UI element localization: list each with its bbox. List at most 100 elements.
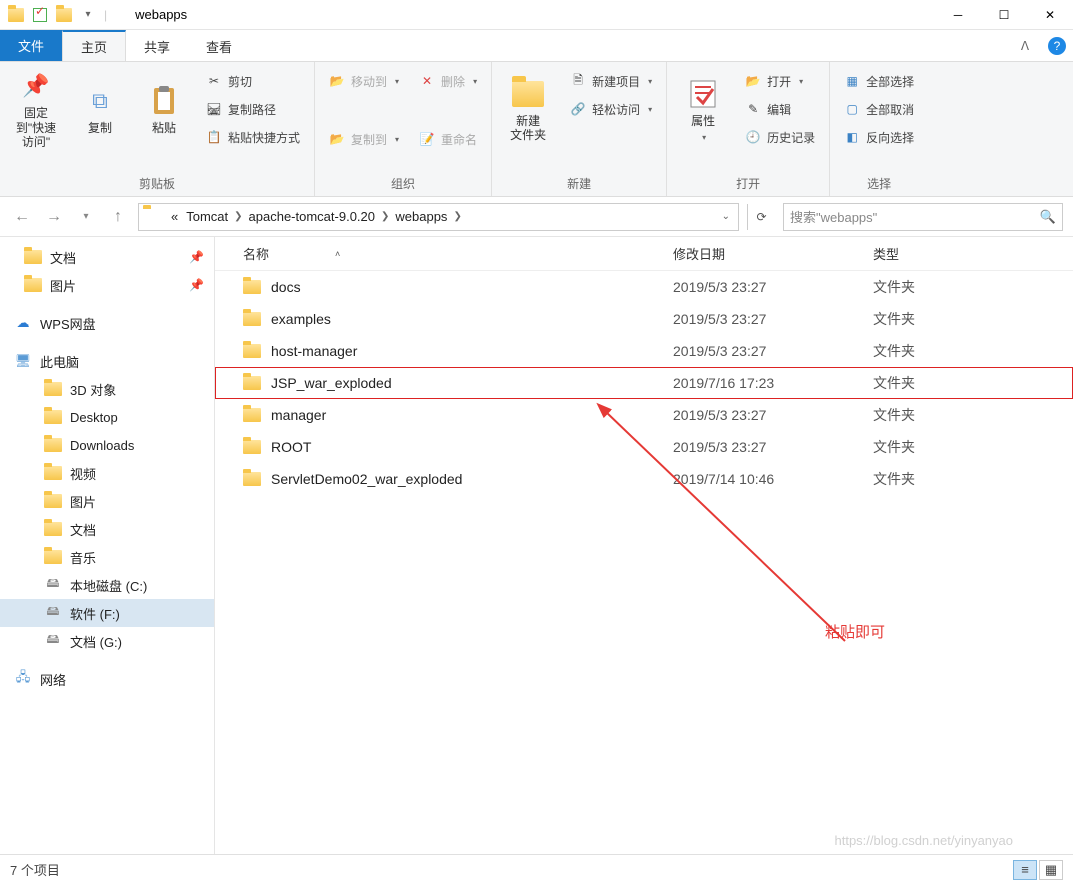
move-to-button[interactable]: 📂移动到▾ [323, 68, 405, 94]
crumb-prefix[interactable]: « [167, 209, 182, 224]
tree-wps[interactable]: ☁WPS网盘 [0, 309, 214, 337]
file-date: 2019/5/3 23:27 [673, 407, 873, 423]
copy-button[interactable]: ⧉ 复制 [70, 66, 130, 154]
file-row[interactable]: host-manager2019/5/3 23:27文件夹 [215, 335, 1073, 367]
tree-pictures[interactable]: 图片📌 [0, 271, 214, 299]
easy-access-button[interactable]: 🔗轻松访问▾ [564, 96, 658, 122]
close-button[interactable]: ✕ [1027, 0, 1073, 30]
file-type: 文件夹 [873, 373, 993, 393]
folder-icon [243, 312, 261, 326]
col-date[interactable]: 修改日期 [673, 244, 873, 263]
file-row[interactable]: examples2019/5/3 23:27文件夹 [215, 303, 1073, 335]
chevron-right-icon[interactable]: ❯ [232, 211, 244, 222]
titlebar: ▾ | webapps ─ ☐ ✕ [0, 0, 1073, 30]
copy-to-icon: 📂 [329, 131, 345, 147]
tree-documents-2[interactable]: 文档 [0, 515, 214, 543]
file-row[interactable]: ROOT2019/5/3 23:27文件夹 [215, 431, 1073, 463]
tree-this-pc[interactable]: 🖥此电脑 [0, 347, 214, 375]
folder-icon-2 [56, 7, 72, 23]
help-button[interactable]: ? [1041, 30, 1073, 61]
folder-icon [44, 408, 62, 426]
checkbox-icon[interactable] [32, 7, 48, 23]
file-row[interactable]: manager 2019/5/3 23:27文件夹 [215, 399, 1073, 431]
chevron-right-icon[interactable]: ❯ [379, 211, 391, 222]
tree-doc-g[interactable]: 🖴文档 (G:) [0, 627, 214, 655]
file-date: 2019/7/16 17:23 [673, 375, 873, 391]
file-row[interactable]: JSP_war_exploded2019/7/16 17:23文件夹 [215, 367, 1073, 399]
collapse-ribbon-icon[interactable]: ᐱ [1009, 30, 1041, 61]
file-type: 文件夹 [873, 437, 993, 457]
ribbon: 📌 固定到"快速访问" ⧉ 复制 粘贴 ✂剪切 🛤复制路径 📋粘贴快捷方式 剪贴… [0, 62, 1073, 197]
open-button[interactable]: 📂打开▾ [739, 68, 821, 94]
invert-selection-button[interactable]: ◧反向选择 [838, 124, 920, 150]
address-dropdown-icon[interactable]: ⌄ [722, 211, 730, 222]
group-organize: 📂移动到▾ 📂复制到▾ ✕删除▾ 📝重命名 组织 [315, 62, 492, 196]
tree-desktop[interactable]: Desktop [0, 403, 214, 431]
tree-network[interactable]: 🖧网络 [0, 665, 214, 693]
tab-view[interactable]: 查看 [188, 30, 250, 61]
crumb-2[interactable]: webapps [391, 209, 451, 224]
cloud-icon: ☁ [14, 314, 32, 332]
path-icon: 🛤 [206, 101, 222, 117]
tree-3d-objects[interactable]: 3D 对象 [0, 375, 214, 403]
search-input[interactable]: 搜索"webapps" 🔍 [783, 203, 1063, 231]
tree-pictures-2[interactable]: 图片 [0, 487, 214, 515]
pc-icon: 🖥 [14, 352, 32, 370]
folder-icon [44, 380, 62, 398]
copy-to-button[interactable]: 📂复制到▾ [323, 126, 405, 152]
folder-icon [243, 472, 261, 486]
file-type: 文件夹 [873, 405, 993, 425]
nav-up-button[interactable]: ↑ [106, 205, 130, 229]
paste-button[interactable]: 粘贴 [134, 66, 194, 154]
new-item-button[interactable]: 🗎新建项目▾ [564, 68, 658, 94]
col-type[interactable]: 类型 [873, 244, 993, 263]
select-none-button[interactable]: ▢全部取消 [838, 96, 920, 122]
tree-downloads[interactable]: Downloads [0, 431, 214, 459]
rename-button[interactable]: 📝重命名 [413, 126, 483, 152]
crumb-0[interactable]: Tomcat [182, 209, 232, 224]
nav-recent-button[interactable]: ▾ [74, 205, 98, 229]
minimize-button[interactable]: ─ [935, 0, 981, 30]
history-button[interactable]: 🕘历史记录 [739, 124, 821, 150]
properties-button[interactable]: 属性 ▾ [673, 66, 733, 154]
copy-path-button[interactable]: 🛤复制路径 [200, 96, 306, 122]
tree-videos[interactable]: 视频 [0, 459, 214, 487]
tree-documents[interactable]: 文档📌 [0, 243, 214, 271]
refresh-button[interactable]: ⟳ [747, 204, 775, 230]
cut-button[interactable]: ✂剪切 [200, 68, 306, 94]
tab-home[interactable]: 主页 [62, 30, 126, 61]
file-list[interactable]: docs2019/5/3 23:27文件夹examples2019/5/3 23… [215, 271, 1073, 854]
file-row[interactable]: ServletDemo02_war_exploded2019/7/14 10:4… [215, 463, 1073, 495]
delete-button[interactable]: ✕删除▾ [413, 68, 483, 94]
maximize-button[interactable]: ☐ [981, 0, 1027, 30]
titlebar-divider: | [104, 8, 107, 22]
tab-file[interactable]: 文件 [0, 30, 62, 61]
address-bar[interactable]: « Tomcat ❯ apache-tomcat-9.0.20 ❯ webapp… [138, 203, 739, 231]
col-name[interactable]: 名称˄ [243, 244, 673, 263]
tree-local-c[interactable]: 🖴本地磁盘 (C:) [0, 571, 214, 599]
new-folder-button[interactable]: 新建 文件夹 [498, 66, 558, 154]
file-name: manager [271, 407, 326, 423]
paste-shortcut-button[interactable]: 📋粘贴快捷方式 [200, 124, 306, 150]
folder-icon [243, 408, 261, 422]
view-icons-button[interactable]: ▦ [1039, 860, 1063, 880]
crumb-1[interactable]: apache-tomcat-9.0.20 [245, 209, 379, 224]
edit-button[interactable]: ✎编辑 [739, 96, 821, 122]
select-all-button[interactable]: ▦全部选择 [838, 68, 920, 94]
column-headers[interactable]: 名称˄ 修改日期 类型 [215, 237, 1073, 271]
chevron-right-icon[interactable]: ❯ [451, 211, 463, 222]
search-icon[interactable]: 🔍 [1040, 209, 1056, 225]
folder-icon [44, 520, 62, 538]
nav-back-button[interactable]: ← [10, 205, 34, 229]
qat-dropdown-icon[interactable]: ▾ [80, 7, 96, 23]
navigation-tree[interactable]: 文档📌 图片📌 ☁WPS网盘 🖥此电脑 3D 对象 Desktop Downlo… [0, 237, 215, 854]
group-label-clipboard: 剪贴板 [6, 173, 308, 194]
sort-asc-icon: ˄ [335, 249, 340, 259]
tree-music[interactable]: 音乐 [0, 543, 214, 571]
file-row[interactable]: docs2019/5/3 23:27文件夹 [215, 271, 1073, 303]
pin-quick-access-button[interactable]: 📌 固定到"快速访问" [6, 66, 66, 154]
tab-share[interactable]: 共享 [126, 30, 188, 61]
nav-forward-button[interactable]: → [42, 205, 66, 229]
view-details-button[interactable]: ≡ [1013, 860, 1037, 880]
tree-soft-f[interactable]: 🖴软件 (F:) [0, 599, 214, 627]
